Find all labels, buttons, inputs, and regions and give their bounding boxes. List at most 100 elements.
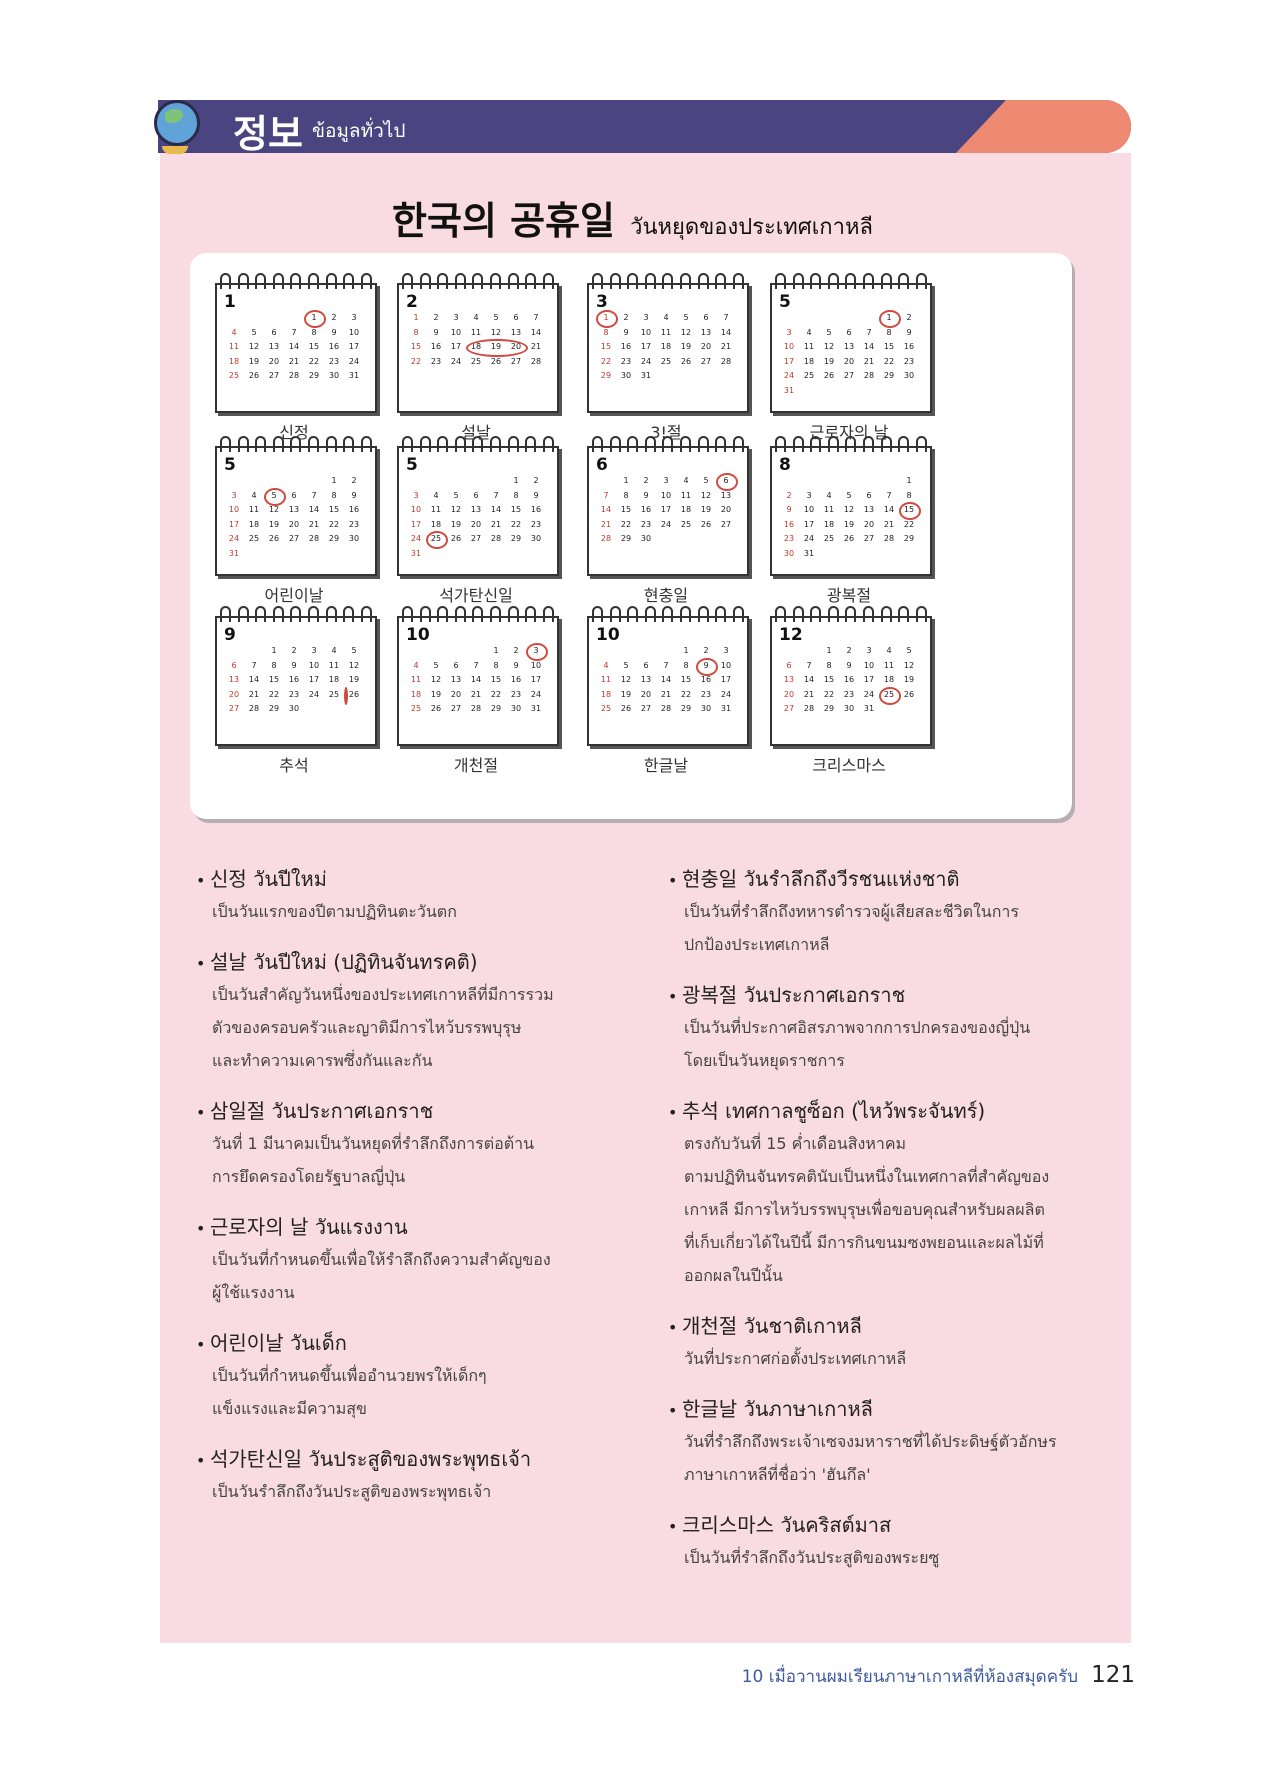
calendar-day: 13: [640, 675, 652, 684]
binder-ring-icon: [845, 606, 857, 622]
binder-ring-icon: [732, 606, 744, 622]
calendar-day: 19: [248, 356, 260, 366]
calendar-day: 18: [410, 689, 422, 699]
calendar-day: 6: [846, 327, 852, 337]
binder-ring-icon: [697, 606, 709, 622]
calendar-day: 7: [723, 313, 729, 322]
calendar-day: 3: [453, 313, 459, 322]
calendar-day: 23: [903, 356, 915, 366]
calendar-day: 19: [823, 356, 835, 366]
calendar-holiday-label: 크리스마스: [812, 756, 886, 775]
holiday-term: 근로자의 날: [210, 1215, 309, 1239]
binder-ring-icon: [592, 273, 604, 289]
binder-ring-icon: [255, 273, 267, 289]
calendar-day: 17: [530, 675, 542, 684]
calendar-day: 23: [640, 519, 652, 529]
calendar-3: 3 1 2 3 4 5 6 7 8 9 10 11 12 13 14 15 16 17 18 19 20 21 22 23 24…: [587, 263, 757, 443]
bullet-icon: •: [668, 1517, 678, 1536]
calendar-day: 27: [700, 356, 712, 366]
binder-ring-icon: [360, 606, 372, 622]
holiday-entry-heading: • 한글날 วันภาษาเกาหลี: [668, 1395, 1108, 1425]
holiday-highlight-circle: [596, 310, 618, 328]
calendar-day: 29: [268, 704, 280, 713]
calendar-day: 27: [268, 371, 280, 380]
calendar-day: 15: [620, 505, 632, 514]
calendar-day: 23: [700, 689, 712, 699]
calendar-day: 20: [470, 519, 482, 529]
binder-ring-icon: [915, 606, 927, 622]
calendar-day: 29: [823, 704, 835, 713]
binder-ring-icon: [680, 436, 691, 452]
footer-lesson-title: 10 เมื่อวานผมเรียนภาษาเกาหลีที่ห้องสมุดค…: [741, 1667, 1078, 1687]
calendar-day: 15: [510, 505, 522, 514]
binder-rings: [589, 606, 747, 622]
holiday-entry-heading: • 현충일 วันรำลึกถึงวีรชนแห่งชาติ: [668, 865, 1108, 895]
binder-ring-icon: [792, 273, 804, 289]
calendar-day: 11: [248, 505, 260, 514]
calendar-day: 15: [600, 342, 612, 351]
calendar-day: 5: [493, 313, 499, 322]
binder-ring-icon: [680, 606, 691, 622]
calendar-day: 12: [450, 505, 462, 514]
calendar-day: 11: [228, 342, 240, 351]
calendar-day: 12: [903, 660, 915, 670]
binder-ring-icon: [237, 436, 249, 452]
holiday-description-line: เป็นวันที่ประกาศอิสรภาพจากการปกครองของญี…: [684, 1018, 1031, 1037]
calendar-page: 3 1 2 3 4 5 6 7 8 9 10 11 12 13 14 15 16 17 18 19 20 21 22 23 24…: [587, 273, 749, 413]
bullet-icon: •: [196, 871, 206, 890]
calendar-day: 21: [288, 356, 300, 366]
holiday-entry: • 석가탄신일 วันประสูติของพระพุทธเจ้า เป็นวันรำ…: [196, 1445, 636, 1508]
binder-ring-icon: [863, 436, 874, 452]
calendar-day: 4: [433, 490, 439, 500]
binder-ring-icon: [437, 273, 449, 289]
binder-rings: [217, 436, 375, 452]
holiday-highlight-circle: [466, 339, 528, 357]
binder-ring-icon: [454, 606, 466, 622]
calendar-day: 23: [843, 689, 855, 699]
calendar-day: 26: [823, 371, 835, 380]
calendar-page: 10 1 2 3 4 5 6 7 8 9 10 11 12 13 14 15 16 17 18 19 20 21 22 23 2…: [587, 606, 749, 746]
holiday-description-line: เป็นวันที่รำลึกถึงทหารตำรวจผู้เสียสละชีว…: [684, 902, 1019, 921]
calendar-day: 28: [803, 704, 815, 713]
calendar-day: 29: [620, 534, 632, 543]
bullet-icon: •: [668, 1401, 678, 1420]
calendar-day: 12: [620, 675, 632, 684]
holiday-description-line: วันที่ประกาศก่อตั้งประเทศเกาหลี: [684, 1349, 907, 1368]
holiday-meaning: วันรำลึกถึงวีรชนแห่งชาติ: [743, 867, 960, 891]
calendar-day: 2: [786, 490, 792, 500]
calendar-day: 30: [620, 371, 632, 380]
binder-ring-icon: [308, 606, 319, 622]
calendar-page: 6 1 2 3 4 5 6 7 8 9 10 11 12 13 14 15 16 17 18 19 20 21 22 23 24…: [587, 436, 749, 576]
calendar-day: 8: [513, 490, 519, 500]
binder-ring-icon: [237, 606, 249, 622]
calendar-month-number: 3: [596, 292, 608, 312]
calendar-day: 3: [643, 313, 649, 322]
calendar-day: 7: [806, 660, 812, 670]
calendar-day: 13: [450, 675, 462, 684]
binder-ring-icon: [627, 273, 639, 289]
holiday-entry-heading: • 어린이날 วันเด็ก: [196, 1329, 636, 1359]
binder-ring-icon: [609, 606, 621, 622]
calendar-day: 22: [308, 356, 320, 366]
calendar-day: 14: [660, 675, 672, 684]
holiday-meaning: วันประกาศเอกราช: [743, 983, 906, 1007]
calendar-day: 17: [228, 519, 240, 529]
calendar-7: 6 1 2 3 4 5 6 7 8 9 10 11 12 13 14 15 16 17 18 19 20 21 22 23 24…: [587, 426, 757, 606]
calendar-day: 4: [806, 327, 812, 337]
calendar-day: 14: [490, 505, 502, 514]
calendar-day: 13: [783, 675, 795, 684]
calendar-day: 18: [803, 356, 815, 366]
calendar-day: 29: [883, 371, 895, 380]
calendar-day: 4: [683, 476, 689, 485]
calendar-day: 25: [410, 704, 422, 713]
calendar-day: 5: [703, 476, 709, 485]
calendar-day: 18: [883, 675, 895, 684]
calendar-day: 31: [228, 548, 240, 558]
calendar-day: 13: [843, 342, 855, 351]
binder-ring-icon: [542, 436, 554, 452]
calendar-day: 23: [510, 689, 522, 699]
calendar-day: 14: [863, 342, 875, 351]
calendar-day: 20: [450, 689, 462, 699]
binder-ring-icon: [662, 273, 674, 289]
holiday-description-line: เกาหลี มีการไหว้บรรพบุรุษเพื่อขอบคุณสำหร…: [684, 1200, 1045, 1219]
